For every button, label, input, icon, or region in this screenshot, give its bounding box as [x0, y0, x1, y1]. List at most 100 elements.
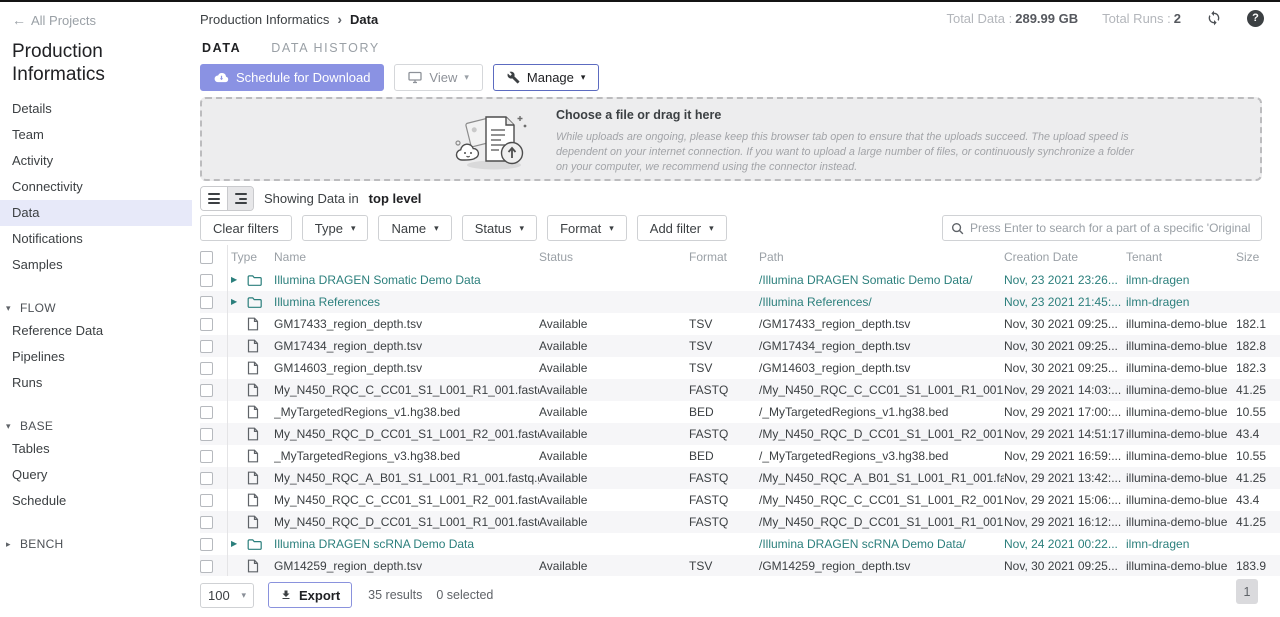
table-row[interactable]: My_N450_RQC_C_CC01_S1_L001_R2_001.fastq.… — [200, 489, 1280, 511]
sidebar-item-activity[interactable]: Activity — [0, 148, 192, 174]
row-checkbox[interactable] — [200, 318, 213, 331]
search-input[interactable] — [970, 221, 1253, 235]
tab-data-history[interactable]: DATA HISTORY — [271, 41, 380, 59]
expand-arrow-icon[interactable]: ▶ — [231, 291, 237, 313]
sidebar-item-query[interactable]: Query — [0, 462, 192, 488]
row-name: GM14603_region_depth.tsv — [274, 357, 539, 379]
table-row[interactable]: GM14259_region_depth.tsvAvailableTSV/GM1… — [200, 555, 1280, 576]
view-button[interactable]: View ▾ — [394, 64, 482, 91]
all-projects-link[interactable]: ← All Projects — [12, 12, 180, 28]
breadcrumb: Production Informatics › Data — [200, 11, 378, 27]
name-button[interactable]: Name▾ — [378, 215, 451, 241]
column-header-status[interactable]: Status — [539, 250, 689, 264]
table-row[interactable]: My_N450_RQC_C_CC01_S1_L001_R1_001.fastq.… — [200, 379, 1280, 401]
row-name[interactable]: Illumina DRAGEN scRNA Demo Data — [274, 533, 539, 555]
row-checkbox[interactable] — [200, 384, 213, 397]
tab-data[interactable]: DATA — [202, 41, 241, 59]
row-tenant: illumina-demo-blue — [1126, 335, 1236, 357]
row-checkbox[interactable] — [200, 516, 213, 529]
row-checkbox[interactable] — [200, 494, 213, 507]
refresh-icon[interactable] — [1205, 9, 1223, 27]
row-format: BED — [689, 401, 759, 423]
table-row[interactable]: My_N450_RQC_D_CC01_S1_L001_R1_001.fastq.… — [200, 511, 1280, 533]
sidebar-item-pipelines[interactable]: Pipelines — [0, 344, 192, 370]
clear-filters-button[interactable]: Clear filters — [200, 215, 292, 241]
row-checkbox[interactable] — [200, 560, 213, 573]
help-icon[interactable]: ? — [1247, 10, 1264, 27]
dropzone-title[interactable]: Choose a file or drag it here — [556, 108, 1146, 122]
file-icon — [247, 493, 259, 507]
row-status: Available — [539, 379, 689, 401]
table-row[interactable]: ▶Illumina DRAGEN scRNA Demo Data/Illumin… — [200, 533, 1280, 555]
sidebar-item-team[interactable]: Team — [0, 122, 192, 148]
sidebar-section-header-base[interactable]: ▾BASE — [0, 416, 192, 436]
row-checkbox[interactable] — [200, 538, 213, 551]
sidebar-item-notifications[interactable]: Notifications — [0, 226, 192, 252]
status-button[interactable]: Status▾ — [462, 215, 537, 241]
page-size-select[interactable]: 100 ▾ — [200, 583, 254, 608]
row-status: Available — [539, 357, 689, 379]
row-checkbox[interactable] — [200, 296, 213, 309]
row-tenant: illumina-demo-blue — [1126, 357, 1236, 379]
sidebar-sections: ▾FLOWReference DataPipelinesRuns ▾BASETab… — [0, 298, 192, 554]
table-row[interactable]: ▶Illumina DRAGEN Somatic Demo Data/Illum… — [200, 269, 1280, 291]
row-checkbox-cell — [200, 445, 228, 467]
page-number-button[interactable]: 1 — [1236, 579, 1258, 604]
column-header-type[interactable]: Type — [228, 250, 274, 264]
dropzone-description: While uploads are ongoing, please keep t… — [556, 130, 1146, 175]
sidebar-item-runs[interactable]: Runs — [0, 370, 192, 396]
sidebar-item-tables[interactable]: Tables — [0, 436, 192, 462]
sidebar-item-schedule[interactable]: Schedule — [0, 488, 192, 514]
row-checkbox[interactable] — [200, 472, 213, 485]
type-button[interactable]: Type▾ — [302, 215, 369, 241]
expand-arrow-icon[interactable]: ▶ — [231, 533, 237, 555]
list-icon — [208, 193, 220, 204]
row-name[interactable]: Illumina DRAGEN Somatic Demo Data — [274, 269, 539, 291]
export-button[interactable]: Export — [268, 582, 352, 608]
select-all-checkbox[interactable] — [200, 251, 213, 264]
table-row[interactable]: _MyTargetedRegions_v1.hg38.bedAvailableB… — [200, 401, 1280, 423]
upload-dropzone[interactable]: Choose a file or drag it here While uplo… — [200, 97, 1262, 181]
row-size: 10.55 — [1236, 445, 1280, 467]
schedule-for-download-button[interactable]: Schedule for Download — [200, 64, 384, 91]
sidebar-section-header-flow[interactable]: ▾FLOW — [0, 298, 192, 318]
file-icon — [247, 361, 259, 375]
sidebar-item-samples[interactable]: Samples — [0, 252, 192, 278]
breadcrumb-project[interactable]: Production Informatics — [200, 12, 329, 27]
table-row[interactable]: My_N450_RQC_D_CC01_S1_L001_R2_001.fastq.… — [200, 423, 1280, 445]
table-row[interactable]: GM14603_region_depth.tsvAvailableTSV/GM1… — [200, 357, 1280, 379]
sidebar-item-reference-data[interactable]: Reference Data — [0, 318, 192, 344]
row-checkbox[interactable] — [200, 274, 213, 287]
row-checkbox[interactable] — [200, 340, 213, 353]
table-row[interactable]: My_N450_RQC_A_B01_S1_L001_R1_001.fastq.g… — [200, 467, 1280, 489]
row-checkbox[interactable] — [200, 406, 213, 419]
column-header-tenant[interactable]: Tenant — [1126, 250, 1236, 264]
expand-arrow-icon[interactable]: ▶ — [231, 269, 237, 291]
add-filter-button[interactable]: Add filter▾ — [637, 215, 727, 241]
row-tenant: illumina-demo-blue — [1126, 489, 1236, 511]
row-checkbox[interactable] — [200, 362, 213, 375]
sidebar-item-data[interactable]: Data — [0, 200, 192, 226]
column-header-format[interactable]: Format — [689, 250, 759, 264]
table-row[interactable]: _MyTargetedRegions_v3.hg38.bedAvailableB… — [200, 445, 1280, 467]
manage-button[interactable]: Manage ▾ — [493, 64, 600, 91]
column-header-creation-date[interactable]: Creation Date — [1004, 250, 1126, 264]
table-row[interactable]: ▶Illumina References/Illumina References… — [200, 291, 1280, 313]
sidebar-section-header-bench[interactable]: ▸BENCH — [0, 534, 192, 554]
column-header-name[interactable]: Name — [274, 250, 539, 264]
row-name[interactable]: Illumina References — [274, 291, 539, 313]
table-row[interactable]: GM17433_region_depth.tsvAvailableTSV/GM1… — [200, 313, 1280, 335]
row-checkbox[interactable] — [200, 450, 213, 463]
tree-view-button[interactable] — [227, 187, 253, 210]
table-row[interactable]: GM17434_region_depth.tsvAvailableTSV/GM1… — [200, 335, 1280, 357]
main-content: Production Informatics › Data Total Data… — [192, 2, 1280, 617]
row-checkbox[interactable] — [200, 428, 213, 441]
sidebar-item-connectivity[interactable]: Connectivity — [0, 174, 192, 200]
format-button[interactable]: Format▾ — [547, 215, 627, 241]
row-type-cell — [228, 361, 274, 375]
flat-list-view-button[interactable] — [201, 187, 227, 210]
column-header-size[interactable]: Size — [1236, 250, 1280, 264]
column-header-path[interactable]: Path — [759, 250, 1004, 264]
sidebar-item-details[interactable]: Details — [0, 96, 192, 122]
dropzone-inner: Choose a file or drag it here While uplo… — [202, 99, 1260, 175]
